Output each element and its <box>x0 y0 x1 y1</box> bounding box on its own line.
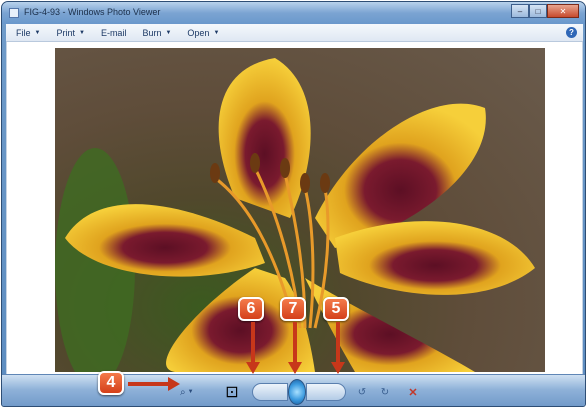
menu-file-label: File <box>16 27 31 38</box>
callout-6-arrowhead <box>246 362 260 374</box>
callout-4-arrowhead <box>168 377 180 391</box>
chevron-down-icon: ▼ <box>34 29 41 36</box>
menu-bar: File ▼ Print ▼ E-mail Burn ▼ Open ▼ ? <box>6 24 583 42</box>
rotate-clockwise-button[interactable]: ↻ <box>378 383 392 401</box>
callout-4: 4 <box>98 371 124 395</box>
callout-5: 5 <box>323 297 349 321</box>
help-icon[interactable]: ? <box>566 27 577 38</box>
minimize-button[interactable]: – <box>511 4 529 18</box>
actual-size-button[interactable]: ⊡ <box>224 383 240 401</box>
close-button[interactable]: ✕ <box>547 4 579 18</box>
next-button[interactable] <box>306 383 346 401</box>
chevron-down-icon: ▼ <box>165 29 172 36</box>
menu-email-label: E-mail <box>100 27 127 38</box>
slideshow-button[interactable] <box>288 379 306 405</box>
viewer-toolbar: ⌕ ▼ ⊡ ↺ ↻ ✕ <box>2 374 585 406</box>
window-controls: – □ ✕ <box>511 4 579 18</box>
menu-print[interactable]: Print ▼ <box>56 28 84 38</box>
zoom-button[interactable]: ⌕ ▼ <box>180 383 208 401</box>
menu-email[interactable]: E-mail <box>101 28 127 38</box>
callout-7: 7 <box>280 297 306 321</box>
lily-illustration <box>55 58 535 372</box>
lily-photo <box>55 48 545 372</box>
delete-button[interactable]: ✕ <box>406 383 420 401</box>
menu-open-label: Open <box>187 27 210 38</box>
callout-6-arrow <box>251 322 255 364</box>
chevron-down-icon: ▼ <box>187 389 194 395</box>
maximize-button[interactable]: □ <box>529 4 547 18</box>
callout-5-arrow <box>336 322 340 364</box>
callout-5-arrowhead <box>331 362 345 374</box>
window-title: FIG-4-93 - Windows Photo Viewer <box>24 7 161 17</box>
menu-burn-label: Burn <box>142 27 162 38</box>
chevron-down-icon: ▼ <box>78 29 85 36</box>
callout-6: 6 <box>238 297 264 321</box>
menu-burn[interactable]: Burn ▼ <box>142 28 171 38</box>
menu-open[interactable]: Open ▼ <box>187 28 219 38</box>
callout-7-arrowhead <box>288 362 302 374</box>
menu-print-label: Print <box>56 27 75 38</box>
rotate-counterclockwise-button[interactable]: ↺ <box>355 383 369 401</box>
menu-file[interactable]: File ▼ <box>16 28 40 38</box>
callout-7-arrow <box>293 322 297 364</box>
title-bar[interactable]: FIG-4-93 - Windows Photo Viewer – □ ✕ <box>2 2 585 24</box>
magnifier-icon: ⌕ <box>180 386 186 398</box>
chevron-down-icon: ▼ <box>213 29 220 36</box>
previous-button[interactable] <box>252 383 288 401</box>
callout-4-arrow <box>128 382 170 386</box>
app-icon <box>9 8 19 18</box>
